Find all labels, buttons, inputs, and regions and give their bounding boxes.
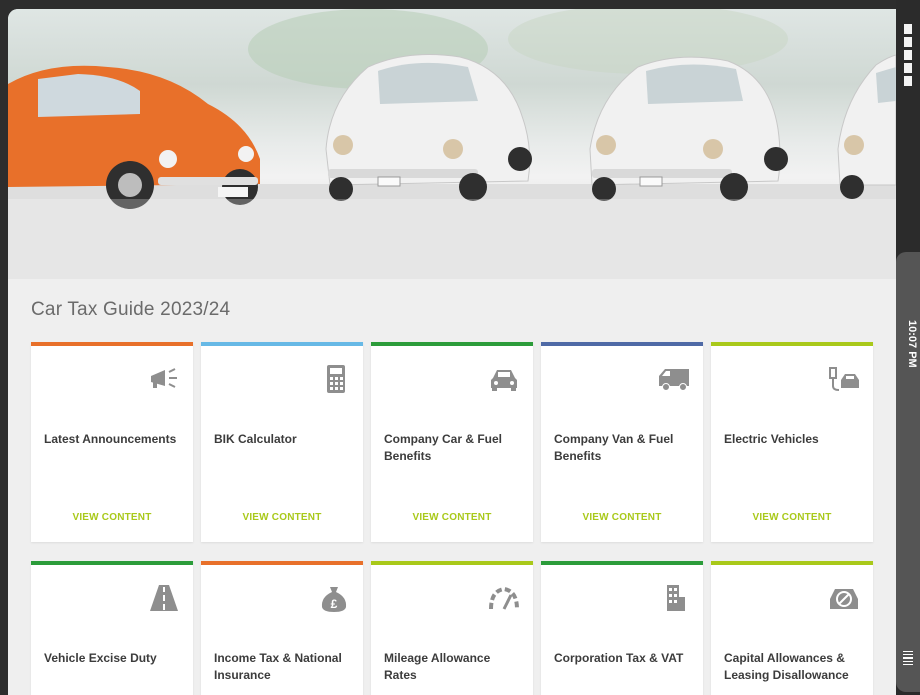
card-company-van-fuel-benefits[interactable]: Company Van & Fuel Benefits VIEW CONTENT	[541, 342, 703, 542]
building-icon	[667, 585, 685, 611]
card-title: Company Van & Fuel Benefits	[554, 432, 674, 463]
card-title: Income Tax & National Insurance	[214, 651, 342, 682]
calculator-icon	[327, 365, 345, 393]
card-income-tax-national-insurance[interactable]: £ Income Tax & National Insurance	[201, 561, 363, 695]
signal-icon	[903, 651, 915, 666]
view-content-link[interactable]: VIEW CONTENT	[201, 512, 363, 523]
money-bag-icon: £	[321, 587, 347, 612]
clock-time: 10:07 PM	[906, 320, 918, 368]
van-icon	[659, 369, 689, 391]
card-title: Corporation Tax & VAT	[554, 651, 684, 665]
app-screen: Car Tax Guide 2023/24 Latest Announcemen…	[8, 9, 896, 695]
card-title: Latest Announcements	[44, 432, 177, 446]
battery-icon	[904, 24, 914, 89]
megaphone-icon	[151, 368, 177, 388]
view-content-link[interactable]: VIEW CONTENT	[541, 512, 703, 523]
view-content-link[interactable]: VIEW CONTENT	[711, 512, 873, 523]
status-bar-panel	[896, 252, 920, 692]
card-capital-allowances-leasing[interactable]: Capital Allowances & Leasing Disallowanc…	[711, 561, 873, 695]
card-title: Vehicle Excise Duty	[44, 651, 157, 665]
page-title: Car Tax Guide 2023/24	[31, 299, 231, 320]
card-title: Electric Vehicles	[724, 432, 819, 446]
card-title: Company Car & Fuel Benefits	[384, 432, 503, 463]
car-icon	[491, 370, 517, 391]
svg-text:£: £	[331, 597, 338, 611]
card-electric-vehicles[interactable]: Electric Vehicles VIEW CONTENT	[711, 342, 873, 542]
speedometer-icon	[489, 586, 519, 610]
ev-charging-icon	[829, 367, 859, 391]
card-company-car-fuel-benefits[interactable]: Company Car & Fuel Benefits VIEW CONTENT	[371, 342, 533, 542]
road-icon	[150, 585, 178, 611]
card-bik-calculator[interactable]: BIK Calculator VIEW CONTENT	[201, 342, 363, 542]
card-mileage-allowance-rates[interactable]: Mileage Allowance Rates	[371, 561, 533, 695]
card-latest-announcements[interactable]: Latest Announcements VIEW CONTENT	[31, 342, 193, 542]
card-title: Mileage Allowance Rates	[384, 651, 491, 682]
card-corporation-tax-vat[interactable]: Corporation Tax & VAT	[541, 561, 703, 695]
card-title: Capital Allowances & Leasing Disallowanc…	[724, 651, 849, 682]
card-title: BIK Calculator	[214, 432, 297, 446]
hero-banner-image	[8, 9, 896, 279]
view-content-link[interactable]: VIEW CONTENT	[371, 512, 533, 523]
view-content-link[interactable]: VIEW CONTENT	[31, 512, 193, 523]
card-vehicle-excise-duty[interactable]: Vehicle Excise Duty	[31, 561, 193, 695]
disallowed-car-icon	[830, 589, 858, 609]
